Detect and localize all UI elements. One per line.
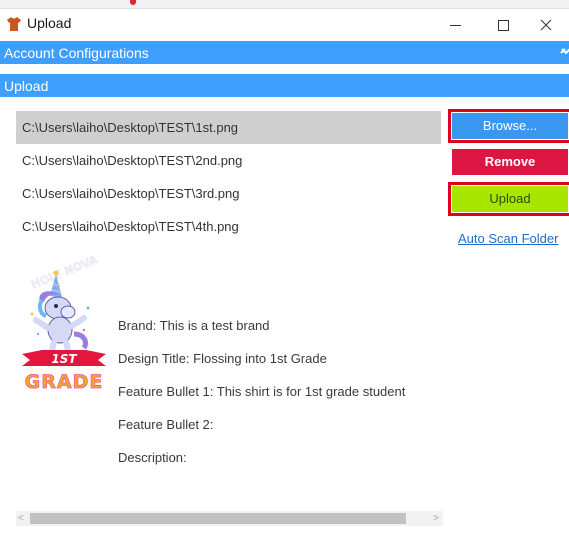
window-title: Upload [27,15,72,31]
file-list-item[interactable]: C:\Users\laiho\Desktop\TEST\4th.png [16,210,441,243]
feature-bullet-2-text: Feature Bullet 2: [118,417,214,432]
section-account-label: Account Configurations [4,45,149,61]
preview-grade-text: GRADE [25,371,104,393]
section-upload[interactable]: Upload [0,74,569,97]
browse-button[interactable]: Browse... [448,109,569,143]
design-title-text: Design Title: Flossing into 1st Grade [118,351,327,366]
tshirt-app-icon [7,17,21,31]
background-window-edge [0,0,569,9]
chevron-down-icon[interactable] [559,44,569,60]
remove-button[interactable]: Remove [452,149,568,175]
preview-top-text: HOLY NOVA [29,253,99,292]
auto-scan-folder-link[interactable]: Auto Scan Folder [458,231,558,246]
maximize-button[interactable] [481,11,527,39]
description-text: Description: [118,450,187,465]
section-upload-label: Upload [4,78,49,94]
background-window-marker [130,0,136,5]
scroll-right-icon[interactable]: > [433,513,439,524]
file-list[interactable]: C:\Users\laiho\Desktop\TEST\1st.png C:\U… [16,111,441,243]
minimize-button[interactable] [433,11,479,39]
file-list-item[interactable]: C:\Users\laiho\Desktop\TEST\3rd.png [16,177,441,210]
scrollbar-thumb[interactable] [30,513,406,524]
maximize-icon [498,20,509,31]
title-bar: Upload [0,9,569,39]
scroll-left-icon[interactable]: < [18,513,24,524]
close-icon [540,19,552,31]
file-list-item[interactable]: C:\Users\laiho\Desktop\TEST\1st.png [16,111,441,144]
preview-badge-text: 1ST [51,352,77,366]
minimize-icon [450,25,461,26]
upload-button[interactable]: Upload [448,182,569,216]
close-button[interactable] [523,11,569,39]
file-list-item[interactable]: C:\Users\laiho\Desktop\TEST\2nd.png [16,144,441,177]
design-preview-image: HOLY NOVA 1ST GRADE [22,253,106,393]
brand-text: Brand: This is a test brand [118,318,270,333]
design-details: Brand: This is a test brand Design Title… [118,318,405,483]
feature-bullet-1-text: Feature Bullet 1: This shirt is for 1st … [118,384,406,399]
section-account-configurations[interactable]: Account Configurations [0,41,569,64]
horizontal-scrollbar[interactable]: < > [16,511,443,526]
